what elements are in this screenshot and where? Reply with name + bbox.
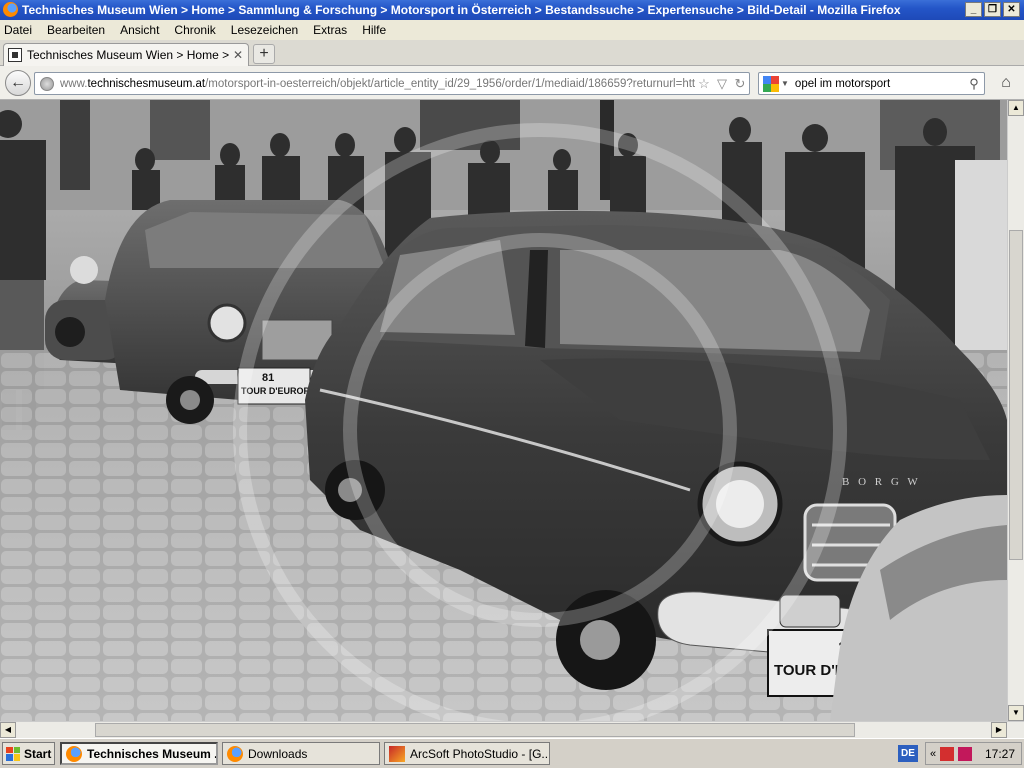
taskbar-item-label: Downloads	[248, 746, 308, 761]
back-button[interactable]: ←	[5, 70, 31, 96]
url-prefix: www.	[60, 77, 88, 90]
menu-bearbeiten[interactable]: Bearbeiten	[47, 23, 105, 37]
search-icon[interactable]: ⚲	[964, 76, 984, 92]
system-tray: « 17:27	[925, 742, 1022, 765]
new-tab-button[interactable]: +	[253, 44, 275, 64]
search-engine-dropdown-icon[interactable]: ▼	[781, 79, 789, 88]
minimize-button[interactable]: _	[965, 2, 982, 17]
menu-chronik[interactable]: Chronik	[174, 23, 215, 37]
menu-datei[interactable]: Datei	[4, 23, 32, 37]
maximize-button[interactable]: ❐	[984, 2, 1001, 17]
back-plate-text: TOUR D'EUROP	[241, 386, 309, 396]
tab-label: Technisches Museum Wien > Home > Samml..…	[27, 48, 231, 62]
menu-bar: Datei Bearbeiten Ansicht Chronik Lesezei…	[0, 20, 1024, 40]
url-path: /motorsport-in-oesterreich/objekt/articl…	[205, 77, 695, 90]
tab-bar: Technisches Museum Wien > Home > Samml..…	[0, 40, 1024, 66]
horizontal-scroll-thumb[interactable]	[95, 723, 855, 737]
vertical-scroll-thumb[interactable]	[1009, 230, 1023, 560]
taskbar-item-downloads[interactable]: Downloads	[222, 742, 380, 765]
menu-hilfe[interactable]: Hilfe	[362, 23, 386, 37]
search-bar: ▼ ⚲	[758, 72, 985, 95]
globe-icon	[40, 76, 54, 91]
vertical-scrollbar[interactable]: ▲ ▼	[1007, 100, 1024, 721]
page-content: 81 TOUR D'EUROP B O R G W 17 TOUR D'EUR	[0, 100, 1007, 721]
app-tray-icon[interactable]	[958, 746, 973, 761]
tab-technisches-museum[interactable]: Technisches Museum Wien > Home > Samml..…	[3, 43, 249, 66]
taskbar: Start Technisches Museum ... Downloads A…	[0, 738, 1024, 768]
address-bar[interactable]: www.technischesmuseum.at/motorsport-in-o…	[34, 72, 750, 95]
navigation-toolbar: ← www.technischesmuseum.at/motorsport-in…	[0, 66, 1024, 100]
window-controls: _ ❐ ✕	[965, 2, 1020, 17]
url-host: technischesmuseum.at	[87, 77, 206, 90]
photostudio-icon	[389, 745, 405, 762]
back-plate-number: 81	[262, 372, 274, 384]
scroll-up-icon[interactable]: ▲	[1008, 100, 1024, 116]
close-button[interactable]: ✕	[1003, 2, 1020, 17]
taskbar-item-label: Technisches Museum ...	[87, 746, 218, 761]
acrobat-tray-icon[interactable]	[940, 746, 955, 761]
menu-extras[interactable]: Extras	[313, 23, 347, 37]
tab-close-icon[interactable]: ✕	[231, 48, 245, 62]
home-icon[interactable]: ⌂	[995, 74, 1017, 94]
scroll-left-icon[interactable]: ◀	[0, 722, 16, 738]
google-icon[interactable]	[763, 75, 779, 92]
scroll-right-icon[interactable]: ▶	[991, 722, 1007, 738]
start-button[interactable]: Start	[2, 742, 55, 765]
history-dropdown-icon[interactable]: ▽	[713, 76, 731, 92]
reload-icon[interactable]: ↻	[731, 76, 749, 92]
vintage-rally-photo: 81 TOUR D'EUROP B O R G W 17 TOUR D'EUR	[0, 100, 1007, 721]
scroll-down-icon[interactable]: ▼	[1008, 705, 1024, 721]
firefox-icon	[3, 2, 18, 17]
tray-expand-icon[interactable]: «	[930, 748, 936, 760]
windows-logo-icon	[6, 746, 20, 761]
language-indicator[interactable]: DE	[898, 745, 918, 762]
menu-lesezeichen[interactable]: Lesezeichen	[231, 23, 298, 37]
url-text[interactable]: www.technischesmuseum.at/motorsport-in-o…	[60, 78, 695, 90]
taskbar-item-label: ArcSoft PhotoStudio - [G...	[410, 746, 550, 761]
firefox-icon	[66, 745, 82, 762]
window-title: Technisches Museum Wien > Home > Sammlun…	[22, 3, 901, 17]
firefox-icon	[227, 745, 243, 762]
title-bar: Technisches Museum Wien > Home > Sammlun…	[0, 0, 1024, 20]
search-input[interactable]	[792, 76, 964, 91]
museum-favicon-icon	[8, 48, 22, 62]
horizontal-scrollbar[interactable]: ◀ ▶	[0, 721, 1024, 738]
taskbar-item-firefox[interactable]: Technisches Museum ...	[60, 742, 218, 765]
start-label: Start	[24, 746, 52, 761]
bookmark-star-icon[interactable]: ☆	[695, 76, 713, 92]
menu-ansicht[interactable]: Ansicht	[120, 23, 159, 37]
taskbar-item-photostudio[interactable]: ArcSoft PhotoStudio - [G...	[384, 742, 550, 765]
clock: 17:27	[984, 746, 1015, 761]
hood-lettering: B O R G W	[842, 476, 921, 488]
